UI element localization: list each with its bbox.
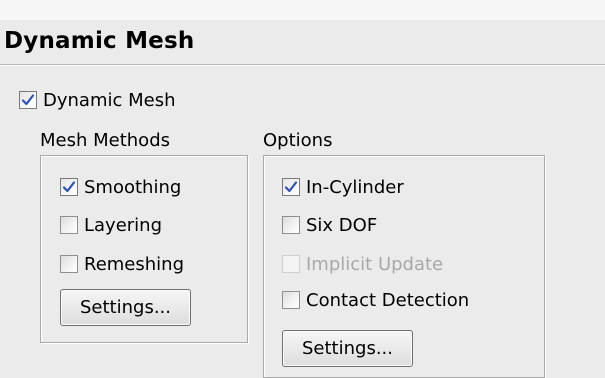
contact-detection-label: Contact Detection (306, 289, 470, 311)
in-cylinder-checkbox[interactable] (282, 178, 300, 196)
checkmark-icon (62, 181, 76, 193)
layering-checkbox-row[interactable]: Layering (60, 213, 162, 237)
six-dof-checkbox-row[interactable]: Six DOF (282, 213, 377, 237)
implicit-update-checkbox (282, 255, 300, 273)
panel-title: Dynamic Mesh (4, 28, 195, 54)
remeshing-label: Remeshing (84, 253, 185, 275)
checkmark-icon (21, 94, 35, 106)
smoothing-checkbox-row[interactable]: Smoothing (60, 175, 181, 199)
dynamic-mesh-checkbox-row[interactable]: Dynamic Mesh (19, 88, 176, 112)
dynamic-mesh-label: Dynamic Mesh (43, 89, 176, 111)
in-cylinder-checkbox-row[interactable]: In-Cylinder (282, 175, 404, 199)
smoothing-checkbox[interactable] (60, 178, 78, 196)
six-dof-checkbox[interactable] (282, 216, 300, 234)
contact-detection-checkbox[interactable] (282, 291, 300, 309)
layering-checkbox[interactable] (60, 216, 78, 234)
title-divider (0, 64, 605, 66)
implicit-update-checkbox-row: Implicit Update (282, 252, 443, 276)
contact-detection-checkbox-row[interactable]: Contact Detection (282, 288, 469, 312)
options-title: Options (263, 130, 333, 151)
checkmark-icon (284, 181, 298, 193)
implicit-update-label: Implicit Update (306, 253, 444, 275)
smoothing-label: Smoothing (84, 176, 182, 198)
mesh-methods-settings-button[interactable]: Settings... (60, 289, 191, 326)
six-dof-label: Six DOF (306, 214, 378, 236)
dynamic-mesh-checkbox[interactable] (19, 91, 37, 109)
remeshing-checkbox-row[interactable]: Remeshing (60, 252, 184, 276)
top-strip (0, 0, 605, 20)
in-cylinder-label: In-Cylinder (306, 176, 404, 198)
remeshing-checkbox[interactable] (60, 255, 78, 273)
mesh-methods-title: Mesh Methods (40, 130, 170, 151)
options-settings-button[interactable]: Settings... (282, 330, 413, 367)
layering-label: Layering (84, 214, 163, 236)
